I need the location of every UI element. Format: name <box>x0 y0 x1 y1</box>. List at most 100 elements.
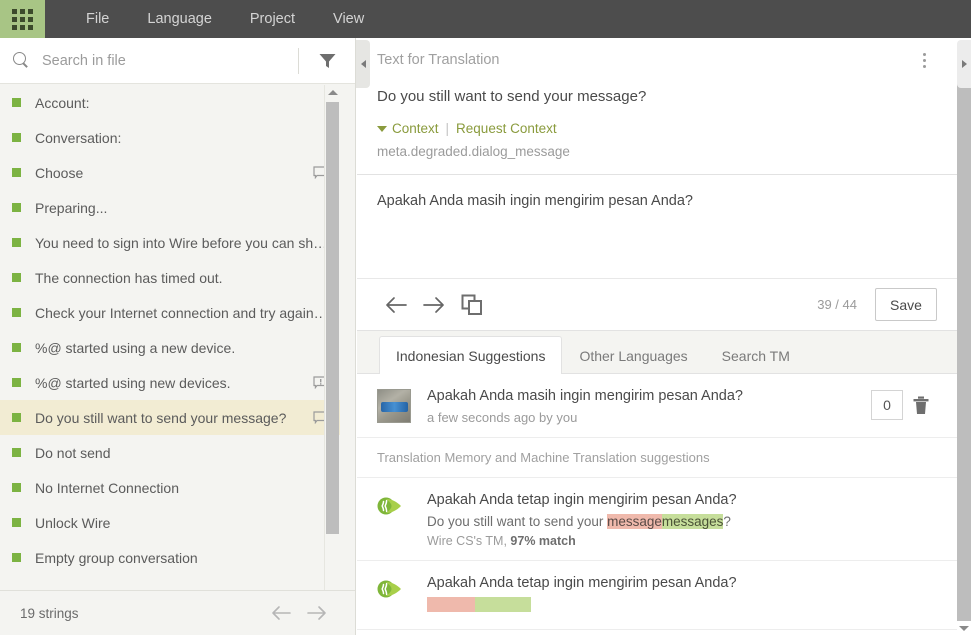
tm-leaf-icon <box>377 580 401 598</box>
string-status-dot <box>12 343 21 352</box>
string-list-item-label: Check your Internet connection and try a… <box>35 304 328 321</box>
string-list-item[interactable]: Unlock Wire <box>0 505 340 540</box>
tm-source-deleted: message <box>607 514 662 529</box>
trash-icon <box>913 396 929 414</box>
string-list-item[interactable]: You need to sign into Wire before you ca… <box>0 225 340 260</box>
chevron-right-icon <box>961 60 967 68</box>
tm-origin-match: 97% match <box>510 534 576 548</box>
string-list-item[interactable]: No Internet Connection <box>0 470 340 505</box>
string-status-dot <box>12 483 21 492</box>
context-row: Context | Request Context <box>357 105 957 136</box>
tm-suggestion-body: Apakah Anda tetap ingin mengirim pesan A… <box>427 575 939 617</box>
next-string-button[interactable] <box>415 288 453 322</box>
sidebar-next-page-button[interactable] <box>299 598 335 628</box>
string-list-item[interactable]: %@ started using new devices. <box>0 365 340 400</box>
tm-source-inserted <box>474 597 531 612</box>
previous-string-button[interactable] <box>377 288 415 322</box>
search-bar <box>0 38 355 84</box>
string-status-dot <box>12 168 21 177</box>
suggestion-score[interactable]: 0 <box>871 390 903 420</box>
string-status-dot <box>12 203 21 212</box>
collapse-right-panel-button[interactable] <box>957 40 971 88</box>
string-list-item[interactable]: Choose <box>0 155 340 190</box>
menu-item-language[interactable]: Language <box>128 0 231 38</box>
string-list-item-label: %@ started using new devices. <box>35 374 231 391</box>
copy-source-button[interactable] <box>453 288 491 322</box>
sidebar-pager <box>263 598 335 628</box>
avatar <box>377 389 411 423</box>
menu-item-project[interactable]: Project <box>231 0 314 38</box>
string-list-item[interactable]: %@ started using a new device. <box>0 330 340 365</box>
string-list-item[interactable]: Check your Internet connection and try a… <box>0 295 340 330</box>
context-toggle-link[interactable]: Context <box>392 121 439 136</box>
context-key: meta.degraded.dialog_message <box>377 144 570 159</box>
string-status-dot <box>12 308 21 317</box>
string-list-item[interactable]: Do not send <box>0 435 340 470</box>
string-progress: 39 / 44 <box>817 297 857 312</box>
main-scroll-thumb[interactable] <box>957 64 971 624</box>
arrow-right-icon <box>307 606 326 620</box>
menu-item-view[interactable]: View <box>314 0 383 38</box>
scroll-up-button[interactable] <box>325 85 340 99</box>
funnel-filter-icon <box>319 53 335 68</box>
tab-search-tm[interactable]: Search TM <box>705 337 807 373</box>
top-menu-bar: File Language Project View <box>0 0 971 38</box>
string-status-dot <box>12 133 21 142</box>
collapse-left-panel-button[interactable] <box>356 40 370 88</box>
tm-suggestion-source: Do you still want to send your messageme… <box>427 514 939 529</box>
tm-suggestion-target: Apakah Anda tetap ingin mengirim pesan A… <box>427 575 737 591</box>
app-root: File Language Project View Account: Conve… <box>0 0 971 635</box>
delete-suggestion-button[interactable] <box>903 390 939 420</box>
source-header: Text for Translation <box>357 38 957 82</box>
string-list-item-label: Do you still want to send your message? <box>35 409 287 426</box>
string-list-item-label: Choose <box>35 164 84 181</box>
string-list-item-label: No Internet Connection <box>35 479 179 496</box>
tm-suggestion-source <box>427 597 939 612</box>
string-list-item[interactable]: Empty group conversation <box>0 540 340 575</box>
user-suggestion-row[interactable]: Apakah Anda masih ingin mengirim pesan A… <box>357 374 957 438</box>
string-list-item[interactable]: Do you still want to send your message? <box>0 400 340 435</box>
chevron-down-icon <box>377 125 387 132</box>
kebab-menu-icon[interactable] <box>913 47 935 73</box>
string-status-dot <box>12 98 21 107</box>
string-list-item[interactable]: Account: <box>0 85 340 120</box>
search-icon <box>13 52 30 69</box>
string-list-item-label: Account: <box>35 94 90 111</box>
request-context-link[interactable]: Request Context <box>456 121 557 136</box>
translation-input[interactable]: Apakah Anda masih ingin mengirim pesan A… <box>377 193 937 209</box>
save-button[interactable]: Save <box>875 288 937 321</box>
string-list-item[interactable]: Preparing... <box>0 190 340 225</box>
search-input[interactable] <box>40 38 298 83</box>
sidebar-prev-page-button[interactable] <box>263 598 299 628</box>
string-list-item[interactable]: Conversation: <box>0 120 340 155</box>
tab-other-languages[interactable]: Other Languages <box>562 337 704 373</box>
chevron-left-icon <box>360 60 366 68</box>
strings-sidebar: Account: Conversation: Choose Preparing... Y… <box>0 38 356 635</box>
source-text: Do you still want to send your message? <box>377 88 647 105</box>
sidebar-scrollbar[interactable] <box>324 85 339 628</box>
string-status-dot <box>12 378 21 387</box>
tm-suggestion-row[interactable]: Apakah Anda tetap ingin mengirim pesan A… <box>357 478 957 561</box>
tm-source-prefix: Do you still want to send your <box>427 514 608 529</box>
main-menu: File Language Project View <box>67 0 383 38</box>
translation-input-area[interactable]: Apakah Anda masih ingin mengirim pesan A… <box>357 174 957 278</box>
string-list-item[interactable]: The connection has timed out. <box>0 260 340 295</box>
tm-suggestion-row[interactable]: Apakah Anda tetap ingin mengirim pesan A… <box>357 561 957 630</box>
menu-item-file[interactable]: File <box>67 0 128 38</box>
main-scrollbar[interactable] <box>957 38 971 635</box>
arrow-left-icon <box>386 296 407 313</box>
string-list-item-label: You need to sign into Wire before you ca… <box>35 234 328 251</box>
sidebar-scroll-thumb[interactable] <box>326 102 339 534</box>
string-list-item-label: Preparing... <box>35 199 108 216</box>
suggestions-list: Apakah Anda masih ingin mengirim pesan A… <box>357 374 957 630</box>
string-status-dot <box>12 518 21 527</box>
strings-list[interactable]: Account: Conversation: Choose Preparing... Y… <box>0 85 340 628</box>
apps-grid-button[interactable] <box>0 0 45 38</box>
filter-button[interactable] <box>299 38 355 83</box>
main-scroll-down-button[interactable] <box>957 621 971 635</box>
tm-suggestion-target: Apakah Anda tetap ingin mengirim pesan A… <box>427 492 737 508</box>
string-list-item-label: Empty group conversation <box>35 549 198 566</box>
tab-indonesian-suggestions[interactable]: Indonesian Suggestions <box>379 336 563 374</box>
string-status-dot <box>12 448 21 457</box>
sidebar-footer: 19 strings <box>0 590 355 635</box>
